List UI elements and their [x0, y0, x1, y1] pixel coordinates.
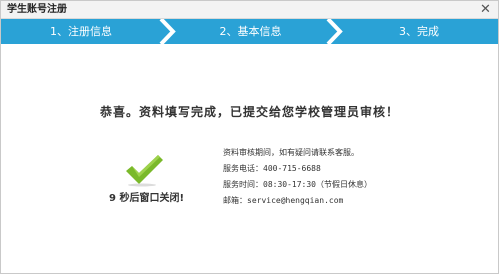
email-label: 邮箱： [223, 196, 247, 205]
step-progress-bar: 1、注册信息 2、基本信息 3、完成 [1, 19, 498, 44]
checkmark-icon [126, 155, 163, 187]
countdown-label: 秒后窗口关闭! [119, 193, 185, 204]
review-note: 资料审核期间，如有疑问请联系客服。 [223, 148, 359, 157]
email-value[interactable]: service@hengqian.com [247, 196, 343, 205]
service-info: 资料审核期间，如有疑问请联系客服。 服务电话：400-715-6688 服务时间… [223, 147, 372, 211]
phone-value: 400-715-6688 [263, 164, 321, 173]
success-message: 恭喜。资料填写完成，已提交给您学校管理员审核！ [99, 105, 399, 119]
email-line: 邮箱：service@hengqian.com [223, 195, 372, 211]
phone-line: 服务电话：400-715-6688 [223, 163, 372, 179]
title-bar: 学生账号注册 ✕ [1, 1, 498, 19]
countdown-text: 9 秒后窗口关闭! [109, 189, 184, 204]
hours-value: 08:30-17:30（节假日休息） [263, 180, 372, 189]
step-complete: 3、完成 [399, 25, 439, 38]
step-register-info: 1、注册信息 [50, 25, 112, 38]
phone-label: 服务电话： [223, 164, 263, 173]
countdown-seconds: 9 [109, 193, 116, 204]
hours-line: 服务时间：08:30-17:30（节假日休息） [223, 179, 372, 195]
registration-dialog: 学生账号注册 ✕ 1、注册信息 2、基本信息 3、完成 恭喜。资料填写完成，已提… [0, 0, 499, 274]
close-icon[interactable]: ✕ [478, 2, 493, 17]
dialog-title: 学生账号注册 [7, 4, 67, 15]
hours-label: 服务时间： [223, 180, 263, 189]
step-basic-info: 2、基本信息 [219, 25, 282, 38]
